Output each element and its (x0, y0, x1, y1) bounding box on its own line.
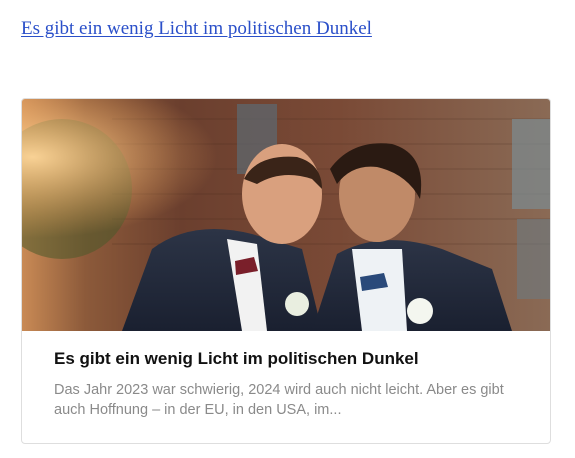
article-title-link[interactable]: Es gibt ein wenig Licht im politischen D… (21, 16, 372, 42)
card-title[interactable]: Es gibt ein wenig Licht im politischen D… (54, 348, 419, 370)
article-card[interactable]: Es gibt ein wenig Licht im politischen D… (21, 98, 551, 444)
article-photo (22, 99, 550, 331)
card-body: Es gibt ein wenig Licht im politischen D… (22, 331, 550, 443)
card-excerpt: Das Jahr 2023 war schwierig, 2024 wird a… (54, 382, 504, 418)
